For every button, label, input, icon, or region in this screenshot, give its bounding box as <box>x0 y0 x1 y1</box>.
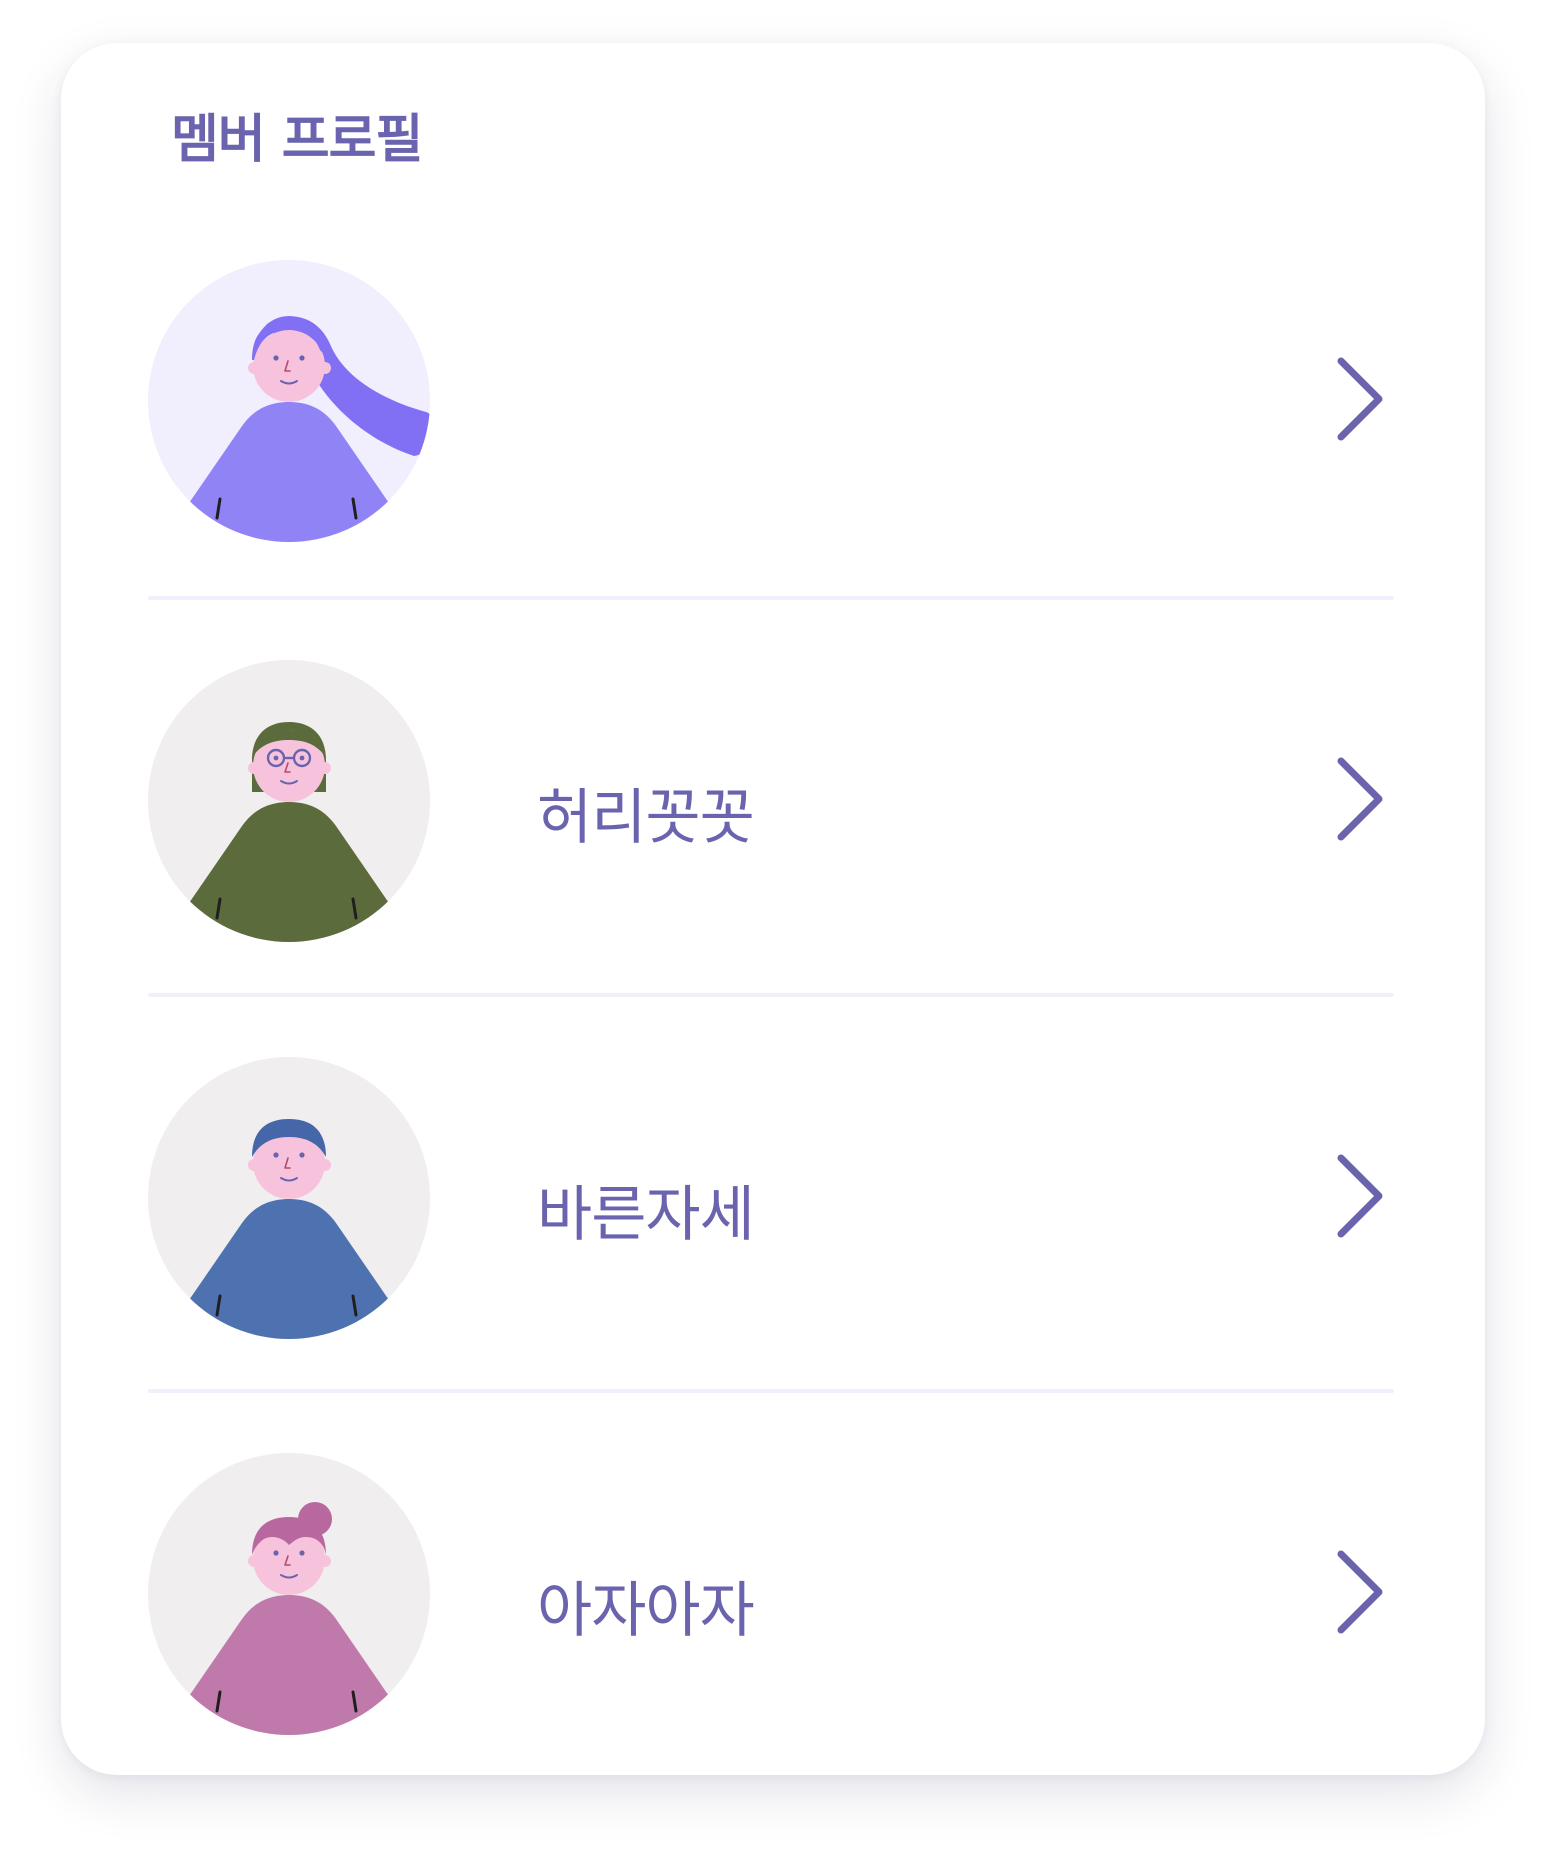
member-row-3[interactable]: 바른자세 <box>148 1057 1394 1339</box>
member-name: 바른자세 <box>537 1180 755 1250</box>
glasses-avatar-icon <box>148 660 430 942</box>
row-divider <box>148 596 1394 600</box>
hair-bun-avatar-icon <box>148 1453 430 1735</box>
chevron-right-icon[interactable] <box>1331 1550 1387 1634</box>
short-hair-avatar-icon <box>148 1057 430 1339</box>
long-hair-woman-avatar-icon <box>148 260 430 542</box>
member-row-1[interactable] <box>148 260 1394 542</box>
member-row-2[interactable]: 허리꼿꼿 <box>148 660 1394 942</box>
chevron-right-icon[interactable] <box>1331 1154 1387 1238</box>
member-name: 아자아자 <box>537 1576 755 1646</box>
member-name: 허리꼿꼿 <box>537 783 755 853</box>
chevron-right-icon[interactable] <box>1331 757 1387 841</box>
row-divider <box>148 993 1394 997</box>
card-title: 멤버 프로필 <box>171 110 423 170</box>
member-row-4[interactable]: 아자아자 <box>148 1453 1394 1735</box>
row-divider <box>148 1389 1394 1393</box>
chevron-right-icon[interactable] <box>1331 357 1387 441</box>
member-profiles-card: 멤버 프로필 허리꼿꼿 바른자세 아자아자 <box>61 43 1485 1775</box>
